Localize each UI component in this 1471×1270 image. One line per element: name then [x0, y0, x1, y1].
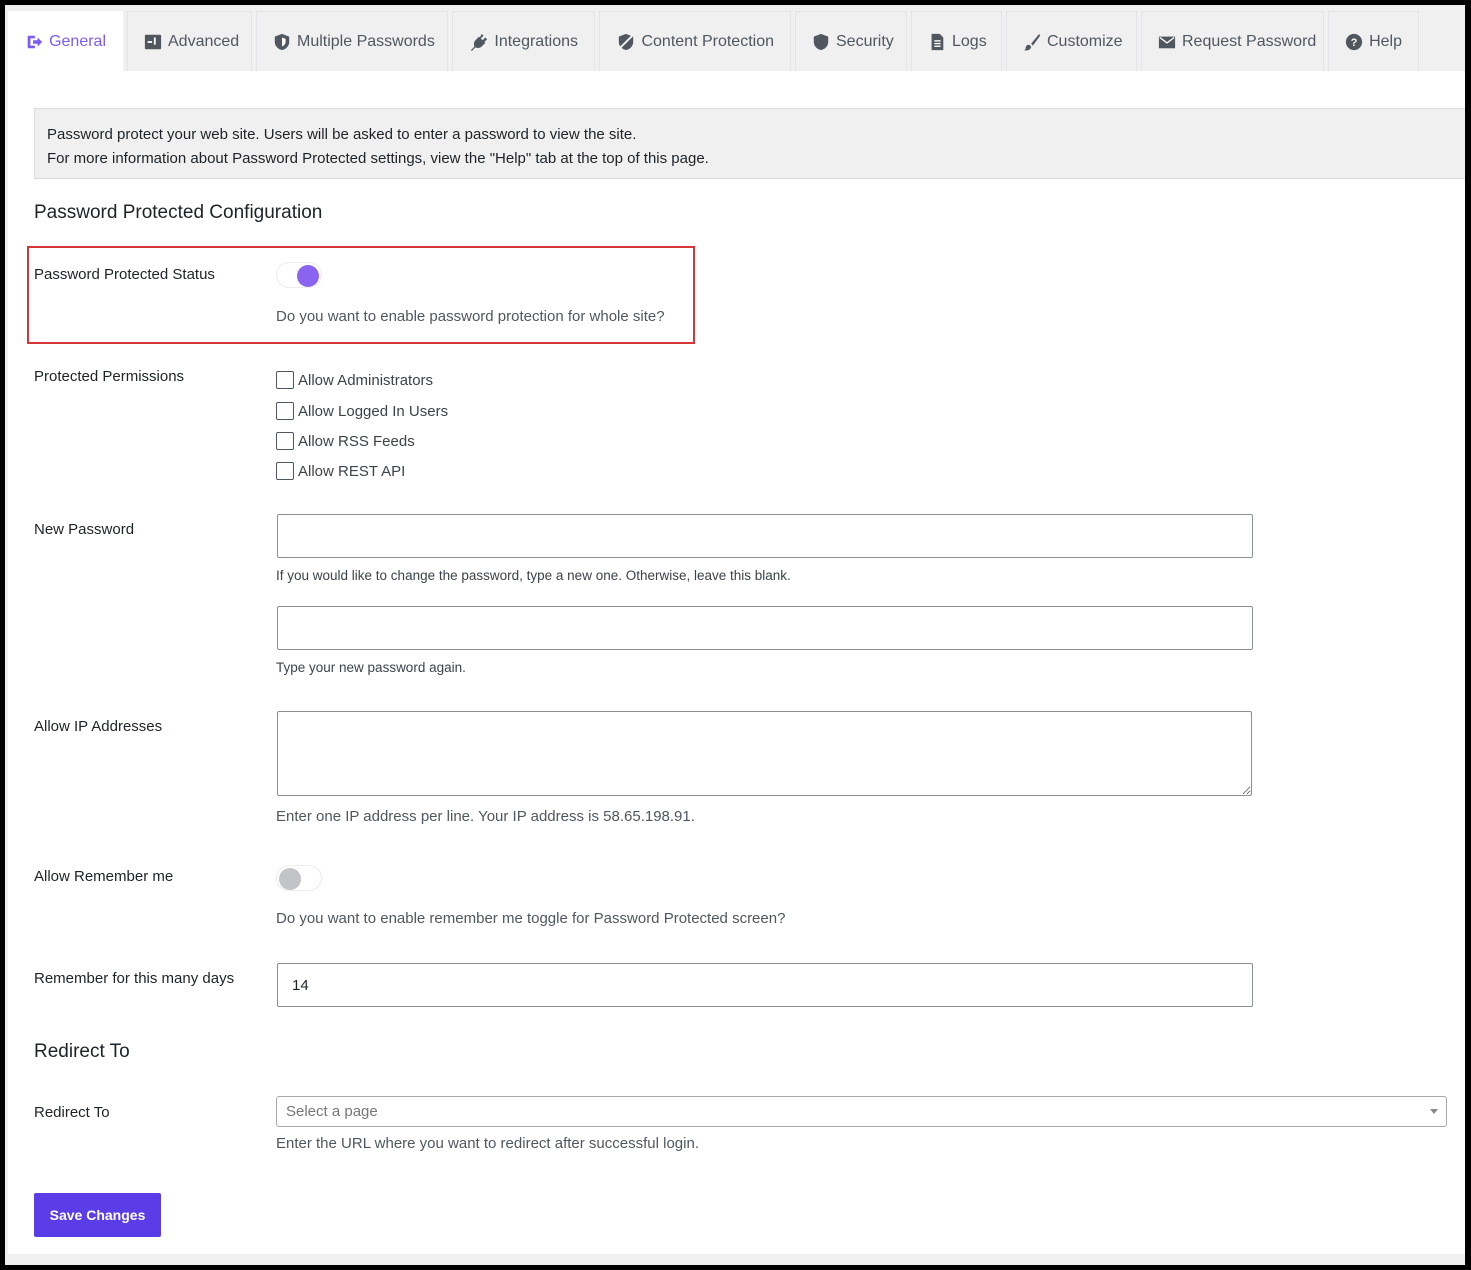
chevron-down-icon	[1430, 1109, 1438, 1114]
ip-addresses-textarea[interactable]	[277, 711, 1252, 796]
remember-me-description: Do you want to enable remember me toggle…	[276, 910, 786, 927]
tab-advanced[interactable]: Advanced	[127, 11, 252, 71]
window-icon	[144, 32, 162, 52]
remember-days-input[interactable]	[277, 963, 1253, 1007]
notice-line: Password protect your web site. Users wi…	[47, 126, 637, 143]
tab-label: General	[49, 32, 106, 50]
envelope-icon	[1158, 32, 1176, 52]
tab-label: Help	[1369, 32, 1402, 50]
tab-label: Customize	[1047, 32, 1123, 50]
checkbox-label: Allow Logged In Users	[298, 402, 449, 420]
question-icon: ?	[1345, 32, 1363, 52]
plug-icon	[469, 32, 488, 52]
allow-rest-api-option[interactable]: Allow REST API	[276, 462, 405, 480]
allow-rest-api-checkbox[interactable]	[276, 462, 294, 480]
permissions-label: Protected Permissions	[34, 368, 185, 385]
remember-me-toggle[interactable]	[276, 865, 322, 891]
tab-integrations[interactable]: Integrations	[452, 11, 595, 71]
checkbox-label: Allow Administrators	[298, 371, 434, 389]
select-placeholder: Select a page	[286, 1103, 378, 1120]
ip-addresses-description: Enter one IP address per line. Your IP a…	[276, 808, 695, 825]
save-changes-button[interactable]: Save Changes	[34, 1193, 161, 1237]
remember-days-label: Remember for this many days	[34, 970, 235, 987]
allow-logged-in-users-option[interactable]: Allow Logged In Users	[276, 402, 448, 420]
document-icon	[928, 32, 946, 52]
tab-multiple-passwords[interactable]: Multiple Passwords	[256, 11, 448, 71]
tab-label: Logs	[952, 32, 987, 50]
tab-label: Content Protection	[641, 32, 774, 50]
info-notice: Password protect your web site. Users wi…	[34, 108, 1465, 179]
new-password-input[interactable]	[277, 514, 1253, 558]
toggle-knob	[279, 868, 301, 890]
section-heading-redirect: Redirect To	[34, 1041, 130, 1062]
tab-customize[interactable]: Customize	[1006, 11, 1137, 71]
status-label: Password Protected Status	[34, 266, 215, 283]
shield-icon	[812, 32, 830, 52]
allow-logged-in-users-checkbox[interactable]	[276, 402, 294, 420]
redirect-page-select[interactable]: Select a page	[276, 1096, 1447, 1127]
confirm-password-description: Type your new password again.	[276, 660, 466, 675]
allow-rss-feeds-checkbox[interactable]	[276, 432, 294, 450]
tab-label: Multiple Passwords	[297, 32, 435, 50]
shield-icon	[273, 32, 291, 52]
allow-rss-feeds-option[interactable]: Allow RSS Feeds	[276, 432, 415, 450]
checkbox-label: Allow RSS Feeds	[298, 432, 415, 450]
tab-label: Integrations	[494, 32, 578, 50]
tab-content-protection[interactable]: Content Protection	[599, 11, 791, 71]
allow-administrators-checkbox[interactable]	[276, 371, 294, 389]
brush-icon	[1023, 32, 1041, 52]
tab-bar: General Advanced Multiple Passwords Inte…	[8, 5, 1419, 71]
tab-security[interactable]: Security	[795, 11, 907, 71]
ip-addresses-label: Allow IP Addresses	[34, 718, 163, 735]
sign-in-icon	[25, 32, 43, 52]
svg-text:?: ?	[1351, 37, 1358, 49]
new-password-label: New Password	[34, 521, 135, 538]
new-password-description: If you would like to change the password…	[276, 568, 791, 583]
redirect-label: Redirect To	[34, 1104, 110, 1121]
settings-panel: Password protect your web site. Users wi…	[8, 71, 1465, 1254]
highlight-box	[27, 246, 695, 344]
shield-slash-icon	[616, 32, 635, 52]
password-protected-status-toggle[interactable]	[276, 262, 322, 288]
tab-logs[interactable]: Logs	[911, 11, 1002, 71]
redirect-description: Enter the URL where you want to redirect…	[276, 1135, 699, 1152]
status-description: Do you want to enable password protectio…	[276, 308, 665, 325]
toggle-knob	[297, 265, 319, 287]
tab-label: Request Password	[1182, 32, 1317, 50]
section-heading-config: Password Protected Configuration	[34, 202, 323, 223]
tab-request-password[interactable]: Request Password	[1141, 11, 1324, 71]
notice-line: For more information about Password Prot…	[47, 150, 709, 167]
allow-administrators-option[interactable]: Allow Administrators	[276, 371, 433, 389]
settings-window: General Advanced Multiple Passwords Inte…	[5, 5, 1465, 1265]
remember-me-label: Allow Remember me	[34, 868, 174, 885]
checkbox-label: Allow REST API	[298, 462, 406, 480]
tab-label: Advanced	[168, 32, 240, 50]
tab-general[interactable]: General	[8, 11, 123, 71]
confirm-password-input[interactable]	[277, 606, 1253, 650]
tab-label: Security	[836, 32, 894, 50]
tab-help[interactable]: ? Help	[1328, 11, 1419, 71]
